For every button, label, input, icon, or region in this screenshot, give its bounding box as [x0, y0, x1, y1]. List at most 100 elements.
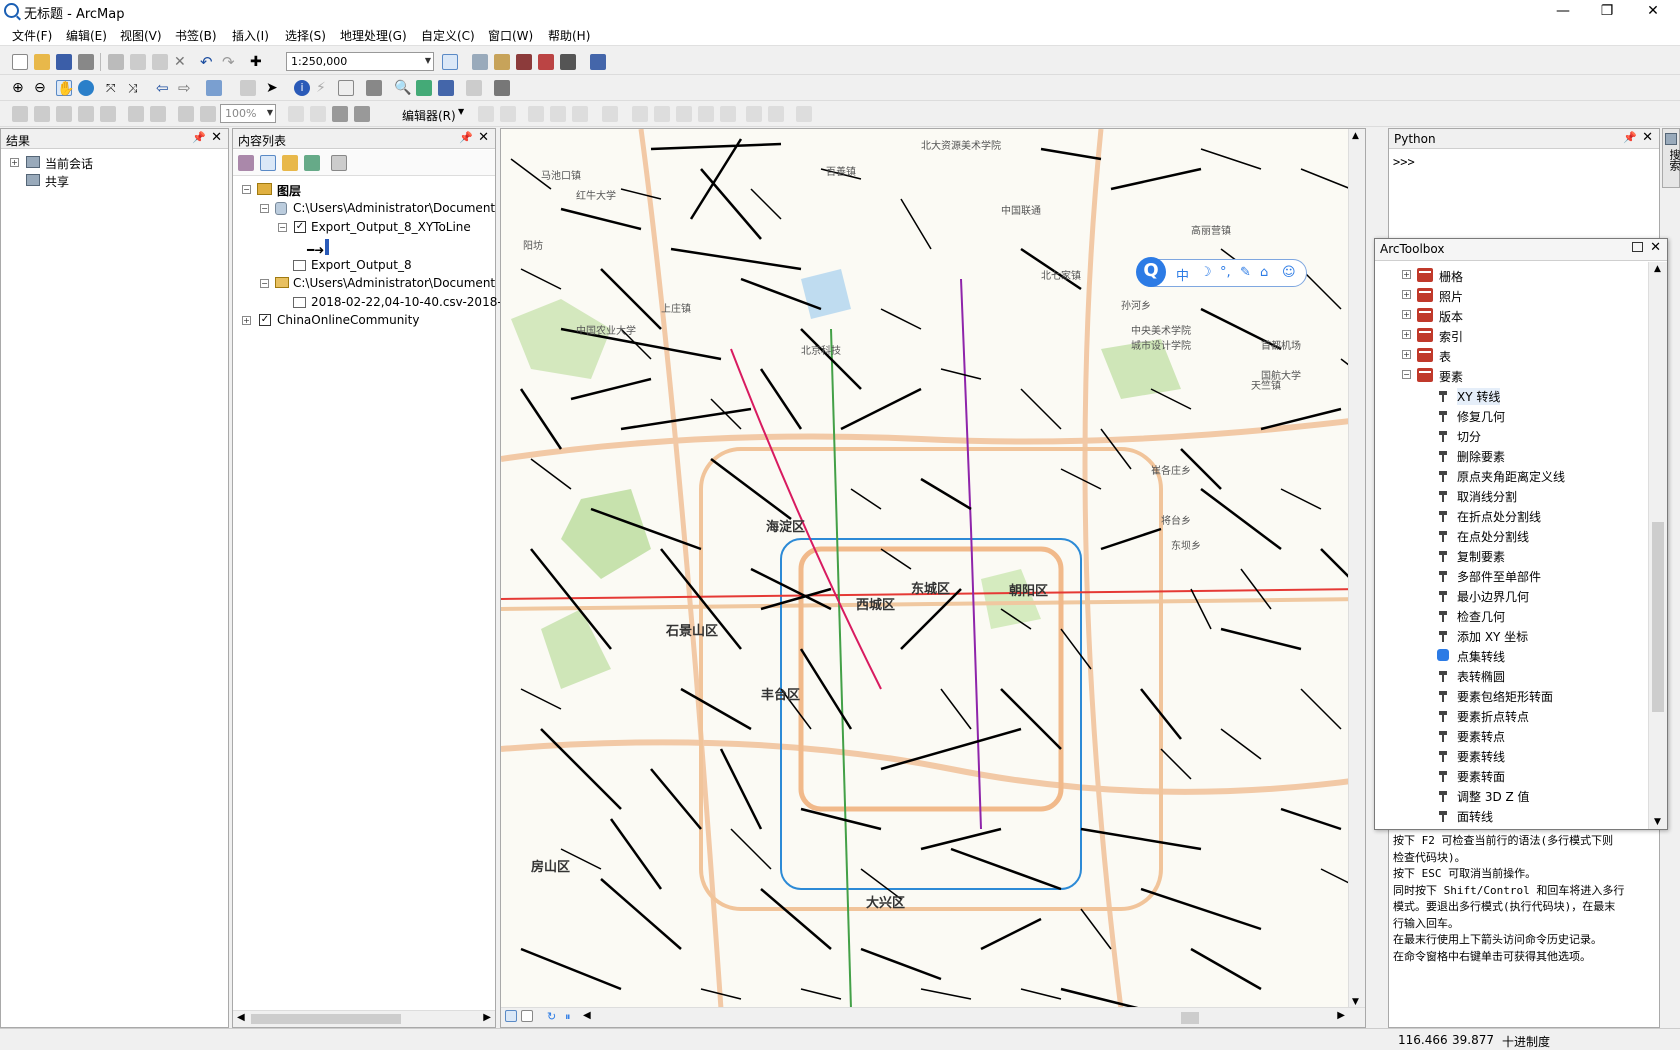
pause-icon[interactable]: ⏸ — [565, 1010, 571, 1024]
split-icon[interactable] — [698, 106, 714, 122]
collapse-icon[interactable]: − — [260, 204, 269, 213]
tool-item[interactable]: 添加 XY 坐标 — [1375, 626, 1647, 645]
reshape-icon[interactable] — [654, 106, 670, 122]
scrollbar-thumb[interactable] — [251, 1014, 401, 1024]
tool-item[interactable]: 修复几何 — [1375, 406, 1647, 425]
smiley-icon[interactable]: ☺ — [1282, 265, 1296, 280]
menu-view[interactable]: 视图(V) — [120, 27, 162, 44]
toc-table-export-output[interactable]: Export_Output_8 — [311, 258, 412, 272]
close-icon[interactable]: ✕ — [211, 130, 222, 145]
layout-zoom-out-icon[interactable] — [34, 106, 50, 122]
next-extent-icon[interactable] — [200, 106, 216, 122]
tool-xy-to-line[interactable]: XY 转线 — [1375, 386, 1647, 405]
expand-icon[interactable]: + — [1402, 270, 1411, 279]
data-driven-icon[interactable] — [354, 106, 370, 122]
expand-icon[interactable]: + — [1402, 310, 1411, 319]
search-window-icon[interactable] — [516, 54, 532, 70]
menu-bookmarks[interactable]: 书签(B) — [175, 27, 217, 44]
select-elements-icon[interactable]: ➤ — [266, 80, 282, 96]
toolbox-vertical-scrollbar[interactable]: ▲ ▼ — [1648, 262, 1667, 829]
save-icon[interactable] — [56, 54, 72, 70]
zoom-whole-page-icon[interactable] — [78, 106, 94, 122]
print-icon[interactable] — [78, 54, 94, 70]
full-extent-icon[interactable] — [78, 80, 94, 96]
fixed-out-icon[interactable] — [150, 106, 166, 122]
tool-item[interactable]: 最小边界几何 — [1375, 586, 1647, 605]
expand-icon[interactable]: + — [1402, 290, 1411, 299]
editor-menu[interactable]: 编辑器(R) — [402, 107, 456, 124]
python-window-icon[interactable] — [560, 54, 576, 70]
map-vertical-scrollbar[interactable]: ▲ ▼ — [1348, 129, 1365, 1009]
options-icon[interactable] — [331, 155, 347, 171]
close-icon[interactable]: ✕ — [1642, 130, 1653, 145]
side-search-tab[interactable]: 搜索 — [1662, 128, 1680, 188]
scale-combo[interactable]: 1:250,000 ▼ — [286, 52, 434, 71]
maximize-icon[interactable] — [1632, 242, 1643, 252]
tool-item[interactable]: 在点处分割线 — [1375, 526, 1647, 545]
tool-item[interactable]: 调整 3D Z 值 — [1375, 786, 1647, 805]
expand-icon[interactable]: + — [242, 316, 251, 325]
toc-layer-basemap[interactable]: ChinaOnlineCommunity — [277, 313, 419, 327]
cut-polygons-icon[interactable] — [676, 106, 692, 122]
attributes-icon[interactable] — [746, 106, 762, 122]
line-symbol-icon[interactable]: ━➜ — [307, 243, 324, 257]
edit-annotation-icon[interactable] — [500, 106, 516, 122]
change-layout-icon[interactable] — [332, 106, 348, 122]
menu-customize[interactable]: 自定义(C) — [421, 27, 475, 44]
new-icon[interactable] — [12, 54, 28, 70]
scroll-left-icon[interactable]: ◀ — [583, 1010, 591, 1021]
tool-item[interactable]: 要素转面 — [1375, 766, 1647, 785]
fixed-zoom-icon[interactable] — [128, 106, 144, 122]
html-popup-icon[interactable] — [338, 80, 354, 96]
cut-icon[interactable] — [108, 54, 124, 70]
zoom-percent-combo[interactable]: 100% ▼ — [220, 104, 276, 123]
arctoolbox-icon[interactable] — [538, 54, 554, 70]
tool-item[interactable]: 在折点处分割线 — [1375, 506, 1647, 525]
focus-frame-icon[interactable] — [310, 106, 326, 122]
scroll-right-icon[interactable]: ▶ — [1337, 1010, 1345, 1021]
fixed-zoom-in-icon[interactable]: ⤧ — [106, 80, 122, 96]
expand-icon[interactable]: + — [10, 158, 19, 167]
toggle-draft-icon[interactable] — [288, 106, 304, 122]
scroll-down-icon[interactable]: ▼ — [1654, 817, 1661, 827]
paste-icon[interactable] — [152, 54, 168, 70]
redo-icon[interactable]: ↷ — [222, 54, 238, 70]
refresh-icon[interactable]: ↻ — [547, 1010, 556, 1023]
menu-file[interactable]: 文件(F) — [12, 27, 52, 44]
menu-windows[interactable]: 窗口(W) — [488, 27, 533, 44]
tool-item[interactable]: 检查几何 — [1375, 606, 1647, 625]
pan-icon[interactable]: ✋ — [56, 80, 74, 97]
zoom-out-icon[interactable]: ⊖ — [34, 80, 50, 96]
straight-segment-icon[interactable] — [528, 106, 544, 122]
tool-item[interactable]: 复制要素 — [1375, 546, 1647, 565]
map-view[interactable]: 海淀区 西城区 东城区 朝阳区 石景山区 丰台区 大兴区 房山区 北大资源美术学… — [500, 128, 1366, 1028]
undo-icon[interactable]: ↶ — [200, 54, 216, 70]
ime-toolbar[interactable]: Q 中 ☽ °, ✎ ⌂ ☺ — [1136, 257, 1307, 287]
edit-tool-icon[interactable] — [478, 106, 494, 122]
time-slider-icon[interactable] — [466, 80, 482, 96]
copy-icon[interactable] — [130, 54, 146, 70]
delete-icon[interactable]: ✕ — [174, 54, 190, 70]
layout-zoom-in-icon[interactable] — [12, 106, 28, 122]
toolset-photos[interactable]: + 照片 — [1375, 286, 1647, 305]
scrollbar-thumb[interactable] — [1181, 1012, 1199, 1024]
data-view-icon[interactable] — [505, 1010, 517, 1022]
select-features-icon[interactable] — [206, 80, 222, 96]
close-icon[interactable]: ✕ — [1650, 240, 1661, 255]
list-by-source-icon[interactable] — [260, 155, 276, 171]
minimize-button[interactable]: — — [1540, 0, 1586, 22]
layout-view-icon[interactable] — [521, 1010, 533, 1022]
pin-icon[interactable]: 📌 — [1623, 131, 1637, 144]
tool-item[interactable]: 原点夹角距离定义线 — [1375, 466, 1647, 485]
ime-chinese-mode[interactable]: 中 — [1176, 265, 1189, 284]
trace-icon[interactable] — [572, 106, 588, 122]
toc-layers-root[interactable]: 图层 — [277, 182, 301, 199]
menu-insert[interactable]: 插入(I) — [232, 27, 269, 44]
menu-selection[interactable]: 选择(S) — [285, 27, 326, 44]
pin-icon[interactable]: 📌 — [459, 131, 473, 144]
model-builder-icon[interactable] — [590, 54, 606, 70]
edit-vertices-icon[interactable] — [632, 106, 648, 122]
list-by-drawing-order-icon[interactable] — [238, 155, 254, 171]
toc-horizontal-scrollbar[interactable]: ◀ ▶ — [233, 1010, 495, 1027]
tool-item[interactable]: 点集转线 — [1375, 646, 1647, 665]
